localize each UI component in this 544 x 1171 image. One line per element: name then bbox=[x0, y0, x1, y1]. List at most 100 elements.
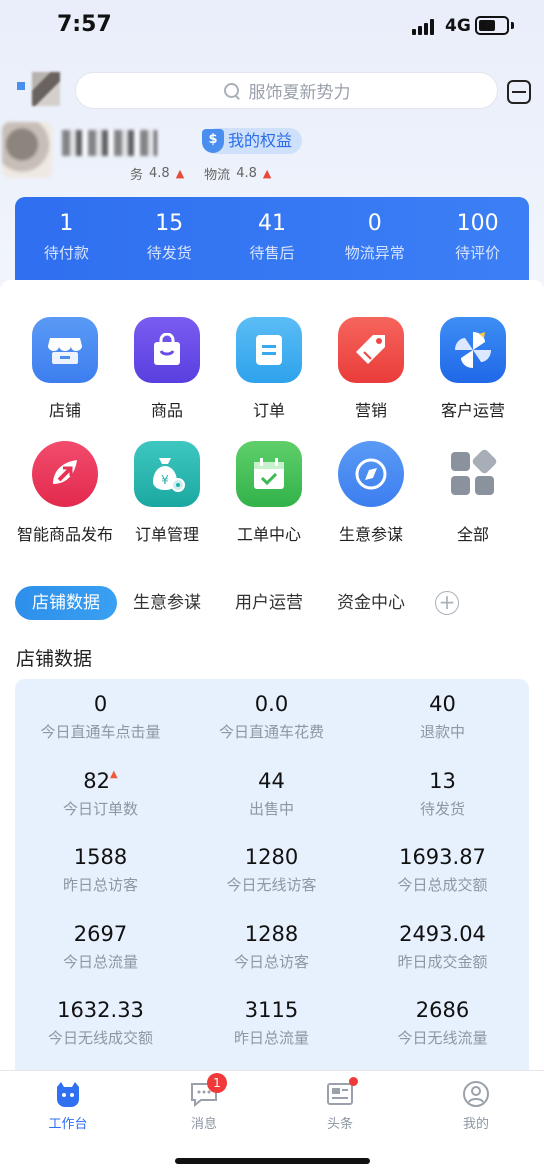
data-value: 1280 bbox=[244, 845, 299, 869]
profile-icon bbox=[461, 1079, 491, 1109]
workbench-icon bbox=[53, 1079, 83, 1109]
stat-after-sales[interactable]: 41 待售后 bbox=[221, 197, 324, 289]
app-label: 客户运营 bbox=[440, 401, 505, 420]
account-avatar[interactable] bbox=[32, 72, 60, 106]
status-time: 7:57 bbox=[57, 12, 112, 37]
nav-workbench[interactable]: 工作台 bbox=[0, 1079, 136, 1132]
data-tabs: 店铺数据 生意参谋 用户运营 资金中心 + bbox=[15, 586, 459, 620]
shop-avatar[interactable] bbox=[2, 122, 52, 178]
rating-value: 4.8 bbox=[236, 166, 257, 181]
data-label: 出售中 bbox=[248, 800, 294, 818]
nav-headlines[interactable]: 头条 bbox=[272, 1077, 408, 1132]
app-orders[interactable]: 订单 bbox=[214, 317, 324, 421]
data-label: 今日直通车花费 bbox=[218, 723, 324, 741]
signal-icon bbox=[412, 19, 438, 35]
data-value: 1288 bbox=[244, 922, 299, 946]
data-label: 退款中 bbox=[419, 723, 465, 741]
notification-dot bbox=[349, 1077, 358, 1086]
add-tab-icon[interactable]: + bbox=[435, 591, 459, 615]
app-store[interactable]: 店铺 bbox=[10, 317, 120, 421]
order-list-icon bbox=[236, 317, 302, 383]
data-cell[interactable]: 1693.87 今日总成交额 bbox=[357, 845, 528, 895]
app-all[interactable]: 全部 bbox=[418, 441, 528, 545]
scan-icon[interactable] bbox=[507, 80, 531, 104]
data-cell[interactable]: 13 待发货 bbox=[357, 769, 528, 819]
app-label: 智能商品发布 bbox=[16, 525, 113, 544]
search-icon bbox=[223, 82, 241, 100]
data-cell[interactable]: 0.0 今日直通车花费 bbox=[186, 692, 357, 742]
nav-profile[interactable]: 我的 bbox=[408, 1079, 544, 1132]
stat-pending-review[interactable]: 100 待评价 bbox=[426, 197, 529, 289]
data-label: 待发货 bbox=[419, 800, 465, 818]
data-cell[interactable]: 3115 昨日总流量 bbox=[186, 998, 357, 1048]
tab-fund-center[interactable]: 资金中心 bbox=[323, 586, 419, 620]
rights-shield-icon: $ bbox=[202, 129, 224, 153]
data-cell[interactable]: 0 今日直通车点击量 bbox=[15, 692, 186, 742]
order-stats-card: 1 待付款 15 待发货 41 待售后 0 物流异常 100 待评价 bbox=[15, 197, 529, 289]
stat-value: 15 bbox=[155, 211, 184, 236]
tab-business-advisor[interactable]: 生意参谋 bbox=[119, 586, 215, 620]
data-cell[interactable]: 1632.33 今日无线成交额 bbox=[15, 998, 186, 1048]
pinwheel-icon bbox=[440, 317, 506, 383]
data-value: 2493.04 bbox=[399, 922, 486, 946]
battery-icon bbox=[475, 16, 509, 35]
data-cell[interactable]: 1288 今日总访客 bbox=[186, 922, 357, 972]
my-rights-button[interactable]: $ 我的权益 bbox=[202, 128, 303, 154]
data-value: 0 bbox=[93, 692, 108, 716]
data-label: 昨日总流量 bbox=[233, 1029, 309, 1047]
nav-label: 我的 bbox=[462, 1117, 489, 1132]
nav-label: 消息 bbox=[190, 1117, 217, 1132]
data-cell[interactable]: 82▲ 今日订单数 bbox=[15, 769, 186, 819]
app-label: 订单管理 bbox=[134, 525, 199, 544]
message-icon: 1 bbox=[189, 1073, 227, 1109]
tab-shop-data[interactable]: 店铺数据 bbox=[15, 586, 117, 620]
all-apps-grid-icon bbox=[440, 441, 506, 507]
data-value: 40 bbox=[429, 692, 456, 716]
data-value: 3115 bbox=[244, 998, 299, 1022]
rating-label: 物流 bbox=[204, 168, 231, 183]
data-label: 今日无线流量 bbox=[397, 1029, 488, 1047]
app-label: 工单中心 bbox=[236, 525, 301, 544]
data-cell[interactable]: 2686 今日无线流量 bbox=[357, 998, 528, 1048]
app-product[interactable]: 商品 bbox=[112, 317, 222, 421]
data-label: 昨日总访客 bbox=[62, 876, 138, 894]
app-customer-ops[interactable]: 客户运营 bbox=[418, 317, 528, 421]
shop-data-card: 0 今日直通车点击量 0.0 今日直通车花费 40 退款中 82▲ 今日订单数 … bbox=[15, 679, 529, 1079]
app-order-management[interactable]: ¥ 订单管理 bbox=[112, 441, 222, 545]
home-indicator[interactable] bbox=[175, 1158, 370, 1164]
app-business-advisor[interactable]: 生意参谋 bbox=[316, 441, 426, 545]
stat-pending-shipment[interactable]: 15 待发货 bbox=[118, 197, 221, 289]
stat-pending-payment[interactable]: 1 待付款 bbox=[15, 197, 118, 289]
data-label: 今日总访客 bbox=[233, 953, 309, 971]
rating-value: 4.8 bbox=[149, 166, 170, 181]
calendar-check-icon bbox=[236, 441, 302, 507]
data-value: 1588 bbox=[73, 845, 128, 869]
shopping-bag-icon bbox=[134, 317, 200, 383]
search-input[interactable]: 服饰夏新势力 bbox=[75, 72, 498, 109]
app-label: 生意参谋 bbox=[338, 525, 403, 544]
data-cell[interactable]: 1280 今日无线访客 bbox=[186, 845, 357, 895]
shop-name[interactable] bbox=[62, 130, 157, 156]
tab-user-operations[interactable]: 用户运营 bbox=[221, 586, 317, 620]
data-value: 82▲ bbox=[15, 769, 186, 793]
bottom-nav: 工作台 1 消息 头条 我的 bbox=[0, 1070, 544, 1171]
app-ticket-center[interactable]: 工单中心 bbox=[214, 441, 324, 545]
nav-messages[interactable]: 1 消息 bbox=[136, 1073, 272, 1132]
data-cell[interactable]: 44 出售中 bbox=[186, 769, 357, 819]
battery-cap bbox=[511, 22, 514, 29]
logo-dot bbox=[17, 82, 25, 90]
section-title: 店铺数据 bbox=[16, 648, 93, 670]
nav-label: 工作台 bbox=[48, 1117, 88, 1132]
app-label: 全部 bbox=[456, 525, 489, 544]
data-cell[interactable]: 2493.04 昨日成交金额 bbox=[357, 922, 528, 972]
stat-value: 100 bbox=[456, 211, 499, 236]
app-smart-publish[interactable]: 智能商品发布 bbox=[10, 441, 120, 545]
stat-value: 0 bbox=[367, 211, 382, 236]
data-cell[interactable]: 1588 昨日总访客 bbox=[15, 845, 186, 895]
rights-label: 我的权益 bbox=[228, 131, 293, 150]
app-marketing[interactable]: 营销 bbox=[316, 317, 426, 421]
data-cell[interactable]: 40 退款中 bbox=[357, 692, 528, 742]
stat-logistics-exception[interactable]: 0 物流异常 bbox=[323, 197, 426, 289]
data-value: 1693.87 bbox=[399, 845, 486, 869]
data-cell[interactable]: 2697 今日总流量 bbox=[15, 922, 186, 972]
